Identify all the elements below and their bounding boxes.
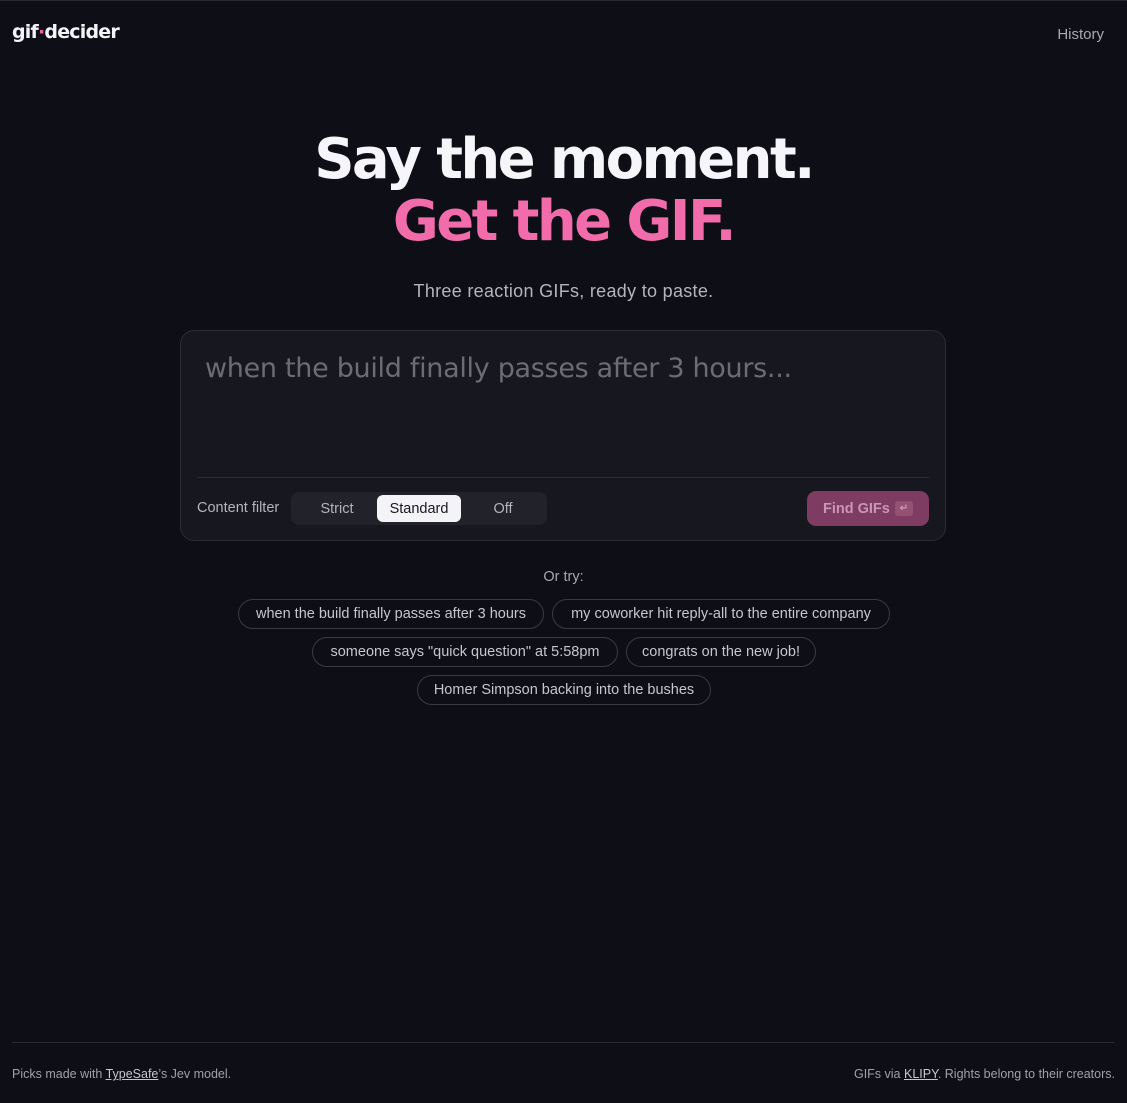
footer-attribution: GIFs via KLIPY. Rights belong to their c… [854,1067,1115,1081]
klipy-link[interactable]: KLIPY [904,1067,938,1081]
hero-title: Say the moment. Get the GIF. [0,129,1127,253]
footer-credits: Picks made with TypeSafe’s Jev model. [12,1067,231,1081]
suggestions-label: Or try: [543,569,584,585]
suggestion-chip[interactable]: Homer Simpson backing into the bushes [417,675,711,705]
logo-text-gif: gif [12,21,39,43]
hero-title-line2: Get the GIF. [392,189,737,254]
prompt-input[interactable] [197,347,927,457]
find-gifs-button[interactable]: Find GIFs ↵ [807,491,929,526]
hero-subtitle: Three reaction GIFs, ready to paste. [413,281,714,301]
history-link[interactable]: History [1057,26,1104,43]
hero-title-line1: Say the moment. [314,127,815,192]
filter-option-off[interactable]: Off [461,495,545,522]
suggestion-chip[interactable]: congrats on the new job! [626,637,816,667]
typesafe-link[interactable]: TypeSafe [106,1067,159,1081]
footer-right-prefix: GIFs via [853,1067,904,1081]
content-filter-label: Content filter [197,500,280,516]
suggestion-chip[interactable]: my coworker hit reply-all to the entire … [552,599,890,629]
app-logo[interactable]: gif·decider [12,21,120,43]
filter-option-strict[interactable]: Strict [295,495,379,522]
prompt-composer: Content filter Strict Standard Off Find … [180,330,946,541]
composer-divider [197,477,929,478]
footer-divider [12,1042,1115,1043]
suggestion-chip[interactable]: someone says "quick question" at 5:58pm [312,637,618,667]
enter-key-icon: ↵ [895,501,913,516]
footer-left-prefix: Picks made with [12,1067,106,1081]
logo-text-decider: decider [44,21,119,43]
footer-left-suffix: ’s Jev model. [158,1067,232,1081]
filter-option-standard[interactable]: Standard [377,495,461,522]
content-filter-toggle: Strict Standard Off [291,492,547,525]
suggestion-chip[interactable]: when the build finally passes after 3 ho… [238,599,544,629]
find-gifs-label: Find GIFs [823,501,890,517]
footer-right-suffix: . Rights belong to their creators. [937,1067,1115,1081]
